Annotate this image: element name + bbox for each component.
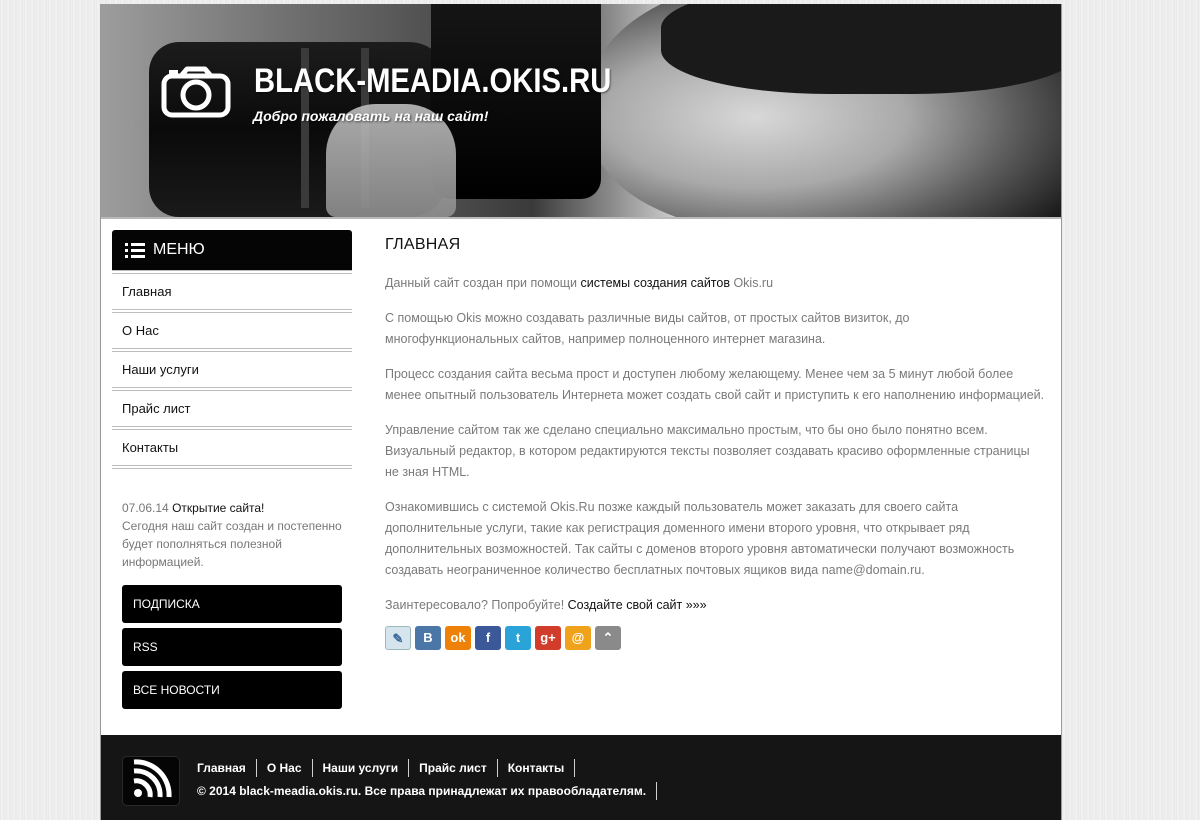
menu-header: МЕНЮ: [112, 230, 352, 270]
paragraph-text: Данный сайт создан при помощи: [385, 276, 581, 290]
twitter-icon[interactable]: t: [505, 626, 531, 650]
news-text: Сегодня наш сайт создан и постепенно буд…: [122, 519, 342, 569]
footer-link-prices[interactable]: Прайс лист: [409, 759, 498, 777]
site-title[interactable]: BLACK-MEADIA.OKIS.RU: [254, 62, 611, 101]
header-banner: BLACK-MEADIA.OKIS.RU Добро пожаловать на…: [101, 4, 1061, 219]
social-share-bar: ✎ Bok f t g+ @ ⌃: [385, 626, 1045, 650]
more-icon[interactable]: ⌃: [595, 626, 621, 650]
copyright-text: © 2014 black-meadia.okis.ru. Все права п…: [197, 782, 658, 800]
header-photo-hair: [661, 4, 1061, 94]
vkontakte-icon[interactable]: B: [415, 626, 441, 650]
site-subtitle: Добро пожаловать на наш сайт!: [253, 108, 489, 124]
news-date: 07.06.14: [122, 501, 169, 515]
paragraph: С помощью Okis можно создавать различные…: [385, 311, 910, 346]
sidebar: МЕНЮ Главная О Нас Наши услуги Прайс лис…: [112, 230, 352, 709]
footer-link-contacts[interactable]: Контакты: [498, 759, 576, 777]
rss-button[interactable]: RSS: [122, 628, 342, 666]
news-title[interactable]: Открытие сайта!: [172, 501, 264, 515]
mail-ru-icon[interactable]: @: [565, 626, 591, 650]
create-site-link[interactable]: Создайте свой сайт »»»: [568, 598, 707, 612]
sidebar-item-home[interactable]: Главная: [112, 270, 352, 309]
paragraph: Управление сайтом так же сделано специал…: [385, 423, 1030, 479]
google-plus-icon[interactable]: g+: [535, 626, 561, 650]
odnoklassniki-icon[interactable]: ok: [445, 626, 471, 650]
paragraph: Процесс создания сайта весьма прост и до…: [385, 367, 1045, 402]
footer: Главная О Нас Наши услуги Прайс лист Кон…: [101, 735, 1061, 820]
sidebar-item-contacts[interactable]: Контакты: [112, 426, 352, 465]
footer-link-services[interactable]: Наши услуги: [313, 759, 410, 777]
main-content: ГЛАВНАЯ Данный сайт создан при помощи си…: [385, 234, 1045, 650]
sidebar-item-services[interactable]: Наши услуги: [112, 348, 352, 387]
footer-link-about[interactable]: О Нас: [257, 759, 313, 777]
page-container: BLACK-MEADIA.OKIS.RU Добро пожаловать на…: [100, 4, 1062, 820]
cms-link[interactable]: системы создания сайтов: [581, 276, 730, 290]
sidebar-item-about[interactable]: О Нас: [112, 309, 352, 348]
subscribe-button[interactable]: ПОДПИСКА: [122, 585, 342, 623]
header-photo-camera: [431, 4, 601, 199]
livejournal-icon[interactable]: ✎: [385, 626, 411, 650]
facebook-icon[interactable]: f: [475, 626, 501, 650]
paragraph: Данный сайт создан при помощи системы со…: [385, 273, 1045, 294]
footer-nav: Главная О Нас Наши услуги Прайс лист Кон…: [187, 759, 576, 777]
sidebar-menu: Главная О Нас Наши услуги Прайс лист Кон…: [112, 270, 352, 465]
page-title: ГЛАВНАЯ: [385, 236, 461, 253]
camera-icon[interactable]: [161, 66, 231, 118]
news-item: 07.06.14 Открытие сайта! Сегодня наш сай…: [112, 469, 352, 571]
paragraph: Ознакомившись с системой Okis.Ru позже к…: [385, 500, 1015, 577]
all-news-button[interactable]: ВСЕ НОВОСТИ: [122, 671, 342, 709]
menu-title: МЕНЮ: [153, 241, 205, 258]
paragraph-text: Заинтересовало? Попробуйте!: [385, 598, 568, 612]
footer-link-home[interactable]: Главная: [187, 759, 257, 777]
rss-icon[interactable]: [122, 756, 180, 806]
sidebar-item-prices[interactable]: Прайс лист: [112, 387, 352, 426]
paragraph-text: Okis.ru: [729, 276, 774, 290]
paragraph: Заинтересовало? Попробуйте! Создайте сво…: [385, 595, 1045, 616]
list-icon: [125, 242, 145, 258]
